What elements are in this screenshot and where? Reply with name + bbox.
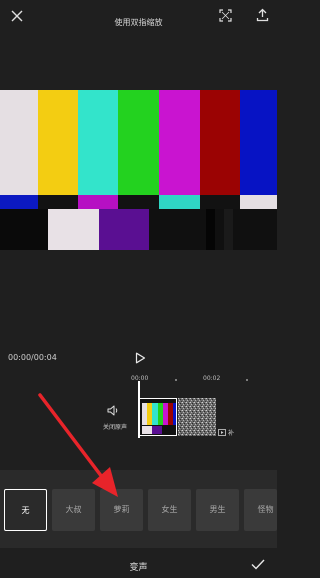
effect-loli[interactable]: 萝莉 <box>100 489 143 531</box>
fullscreen-icon[interactable] <box>219 9 232 22</box>
video-clip-thumbnail[interactable] <box>139 398 177 436</box>
panel-title: 变声 <box>129 563 148 573</box>
export-icon[interactable] <box>256 8 269 22</box>
effect-label: 无 <box>21 506 30 515</box>
tick-dot <box>246 379 248 381</box>
check-icon[interactable] <box>251 559 265 570</box>
add-clip-button[interactable]: 补 <box>216 427 248 438</box>
add-clip-label: 补 <box>228 430 235 437</box>
top-bar: 使用双指缩放 <box>0 0 277 44</box>
tick-label: 00:02 <box>203 375 221 382</box>
effect-label: 萝莉 <box>113 505 130 514</box>
effect-label: 大叔 <box>65 505 82 514</box>
effect-label: 女生 <box>161 505 178 514</box>
bottom-bar: 变声 <box>0 552 277 578</box>
mute-original-audio-button[interactable]: 关闭原声 <box>92 402 138 436</box>
effect-monster[interactable]: 怪物 <box>244 489 277 531</box>
voice-effects-list[interactable]: 无 大叔 萝莉 女生 男生 怪物 <box>0 489 277 531</box>
effect-male[interactable]: 男生 <box>196 489 239 531</box>
playhead[interactable] <box>138 381 140 438</box>
clip-colorbars-icon <box>140 399 176 435</box>
volume-icon <box>107 405 118 416</box>
clip-noise-icon <box>178 398 216 436</box>
play-icon[interactable] <box>134 352 146 364</box>
effect-label: 怪物 <box>257 505 274 514</box>
audio-toggle-label: 关闭原声 <box>102 424 127 431</box>
effect-label: 男生 <box>209 505 226 514</box>
effect-uncle[interactable]: 大叔 <box>52 489 95 531</box>
effect-none[interactable]: 无 <box>4 489 47 531</box>
add-clip-icon <box>218 429 226 436</box>
video-preview[interactable] <box>0 90 277 250</box>
color-bars-test-pattern <box>0 90 277 250</box>
tick-dot <box>175 379 177 381</box>
noise-clip-thumbnail[interactable] <box>178 398 216 436</box>
voice-effects-panel: 无 大叔 萝莉 女生 男生 怪物 <box>0 470 277 548</box>
timecode: 00:00/00:04 <box>8 353 57 362</box>
hint-title: 使用双指缩放 <box>114 18 163 27</box>
effect-female[interactable]: 女生 <box>148 489 191 531</box>
